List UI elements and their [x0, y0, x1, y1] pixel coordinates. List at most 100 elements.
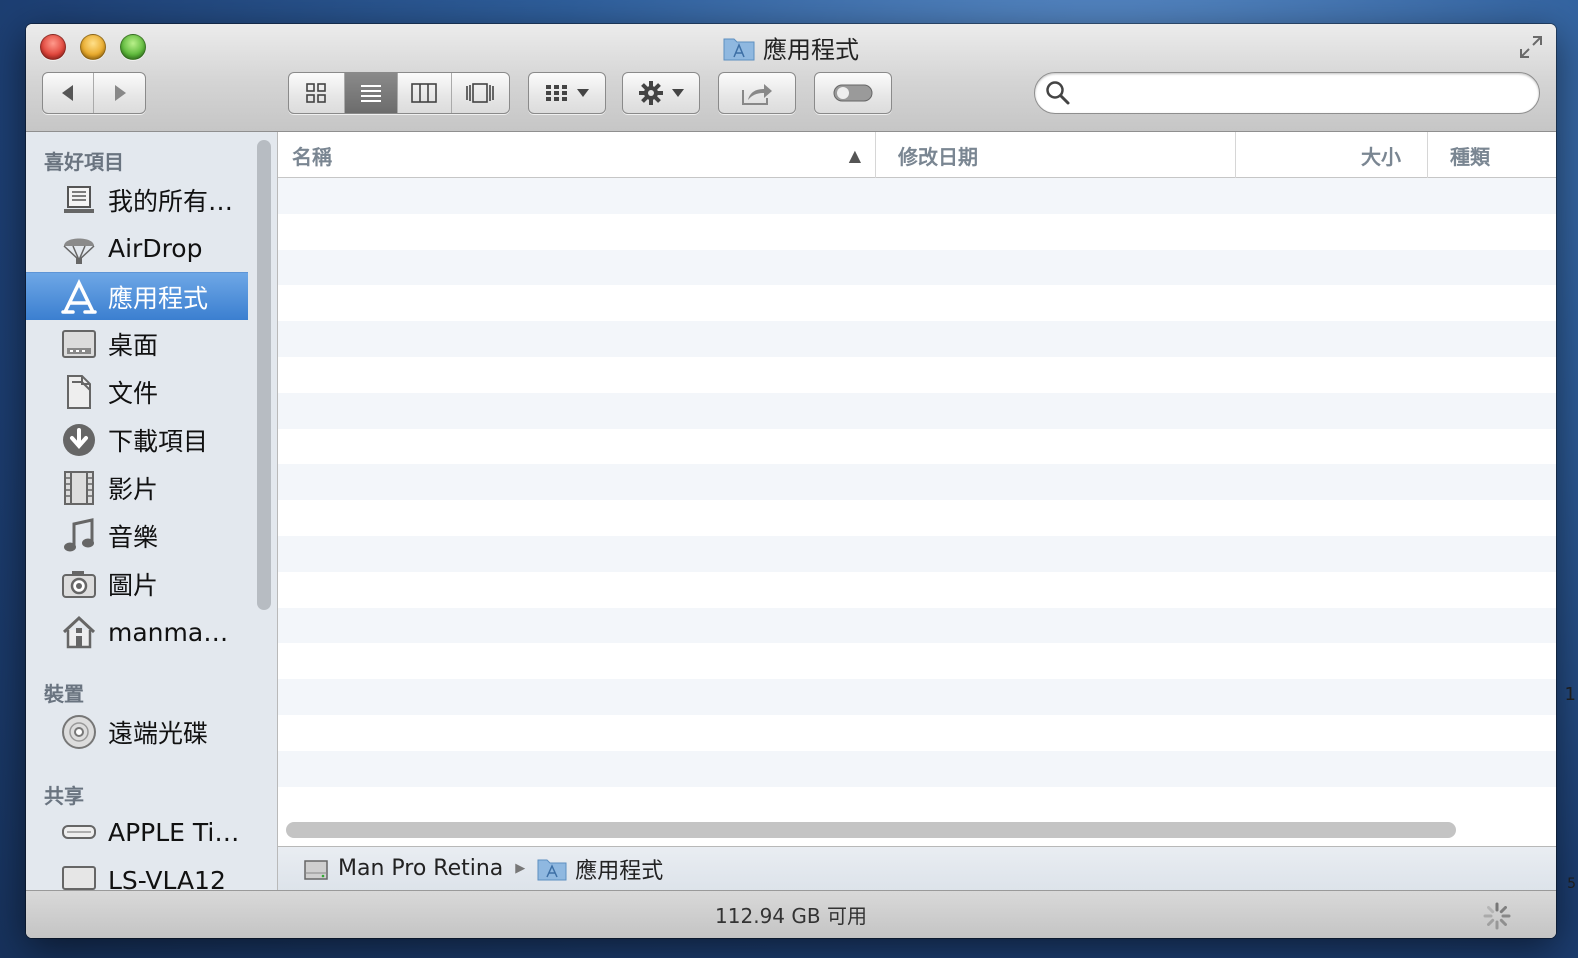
- empty-row: [278, 285, 1556, 321]
- free-space-label: 112.94 GB 可用: [715, 904, 867, 928]
- empty-row: [278, 679, 1556, 715]
- chevron-down-icon: [577, 89, 589, 97]
- column-header-size[interactable]: 大小: [1236, 132, 1428, 178]
- empty-row: [278, 249, 1556, 286]
- back-button[interactable]: [43, 73, 95, 113]
- empty-row: [278, 607, 1556, 644]
- column-header-date-modified[interactable]: 修改日期: [876, 132, 1236, 178]
- network-computer-icon: [62, 866, 96, 890]
- applications-icon: [61, 278, 97, 314]
- downloads-icon: [63, 424, 95, 456]
- arrange-grid-icon: [546, 85, 567, 101]
- loading-spinner-icon: [1483, 902, 1511, 930]
- file-list[interactable]: 名稱 ▲ 修改日期 大小 種類: [278, 132, 1556, 846]
- right-arrow-icon: [114, 85, 126, 101]
- music-icon: [64, 518, 94, 552]
- action-button[interactable]: [622, 72, 700, 114]
- finder-window: 應用程式 喜好項目 我的所有… AirDrop 應用程式 桌面 文件 下載項目 …: [26, 24, 1556, 938]
- gear-icon: [639, 81, 663, 105]
- sidebar-item-documents[interactable]: 文件: [26, 368, 248, 416]
- pictures-icon: [62, 571, 96, 598]
- sidebar-item-pictures[interactable]: 圖片: [26, 560, 248, 608]
- applications-folder-icon: [537, 859, 567, 880]
- sidebar-item-desktop[interactable]: 桌面: [26, 320, 248, 368]
- sidebar-scrollbar[interactable]: [257, 140, 271, 610]
- arrange-button[interactable]: [528, 72, 606, 114]
- remote-disc-icon: [62, 715, 96, 749]
- empty-row: [278, 572, 1556, 608]
- coverflow-view-icon: [466, 83, 495, 103]
- sidebar-item-home[interactable]: manma…: [26, 608, 248, 656]
- icon-view-button[interactable]: [289, 73, 345, 113]
- sidebar-item-all-my-files[interactable]: 我的所有…: [26, 176, 248, 224]
- shared-section-title: 共享: [44, 784, 84, 808]
- sidebar-item-movies[interactable]: 影片: [26, 464, 248, 512]
- view-mode-control: [288, 72, 510, 114]
- desktop-edge-label-2: 5: [1567, 876, 1576, 892]
- titlebar: 應用程式: [26, 24, 1556, 132]
- window-title-text: 應用程式: [763, 36, 859, 64]
- search-input[interactable]: [1077, 82, 1539, 104]
- devices-section-title: 裝置: [44, 682, 84, 706]
- chevron-down-icon: [672, 89, 684, 97]
- empty-row: [278, 214, 1556, 250]
- status-bar: 112.94 GB 可用: [26, 890, 1556, 938]
- sidebar: 喜好項目 我的所有… AirDrop 應用程式 桌面 文件 下載項目 影片 音樂…: [26, 132, 278, 890]
- sidebar-item-remote-disc[interactable]: 遠端光碟: [26, 708, 248, 756]
- applications-folder-icon: [723, 38, 755, 60]
- share-button[interactable]: [718, 72, 796, 114]
- horizontal-scrollbar[interactable]: [286, 822, 1456, 838]
- path-separator-icon: ▶: [515, 861, 526, 876]
- search-icon: [1046, 81, 1070, 105]
- sort-ascending-icon: ▲: [848, 145, 861, 165]
- window-title: 應用程式: [26, 30, 1556, 65]
- all-my-files-icon: [64, 186, 94, 213]
- left-arrow-icon: [62, 85, 73, 101]
- empty-row: [278, 500, 1556, 536]
- desktop-edge-label: 1: [1564, 684, 1576, 705]
- empty-row: [278, 750, 1556, 787]
- column-header-name[interactable]: 名稱 ▲: [278, 132, 876, 178]
- sidebar-item-ls-vla12[interactable]: LS-VLA12: [26, 856, 248, 890]
- home-icon: [62, 615, 96, 649]
- sidebar-item-airdrop[interactable]: AirDrop: [26, 224, 248, 272]
- favorites-section-title: 喜好項目: [44, 150, 124, 174]
- empty-row: [278, 357, 1556, 393]
- empty-row: [278, 429, 1556, 465]
- empty-row: [278, 464, 1556, 501]
- empty-row: [278, 392, 1556, 429]
- column-view-icon: [411, 83, 438, 103]
- sidebar-item-downloads[interactable]: 下載項目: [26, 416, 248, 464]
- empty-row: [278, 643, 1556, 679]
- tag-toggle-button[interactable]: [814, 72, 892, 114]
- search-field[interactable]: [1034, 72, 1540, 114]
- fullscreen-icon[interactable]: [1518, 34, 1544, 60]
- list-view-button[interactable]: [344, 73, 399, 113]
- empty-row: [278, 178, 1556, 214]
- documents-icon: [67, 375, 91, 409]
- path-bar: Man Pro Retina ▶ 應用程式: [278, 846, 1556, 890]
- empty-row: [278, 535, 1556, 572]
- empty-row: [278, 715, 1556, 751]
- column-header-kind[interactable]: 種類: [1428, 132, 1556, 178]
- desktop-icon: [62, 330, 96, 358]
- airdrop-icon: [63, 238, 95, 264]
- share-icon: [742, 84, 772, 105]
- empty-row: [278, 321, 1556, 357]
- list-view-icon: [360, 85, 381, 102]
- forward-button[interactable]: [94, 73, 145, 113]
- file-rows: [278, 178, 1556, 818]
- coverflow-view-button[interactable]: [452, 73, 509, 113]
- sidebar-item-music[interactable]: 音樂: [26, 512, 248, 560]
- back-forward-control: [42, 72, 146, 114]
- movies-icon: [64, 471, 94, 505]
- tag-toggle-icon: [833, 84, 873, 102]
- sidebar-item-apple-time-capsule[interactable]: APPLE Ti…: [26, 808, 248, 856]
- hard-disk-icon: [304, 859, 328, 880]
- path-disk[interactable]: Man Pro Retina: [338, 856, 503, 881]
- sidebar-item-applications[interactable]: 應用程式: [26, 272, 248, 320]
- path-folder[interactable]: 應用程式: [575, 853, 663, 885]
- column-view-button[interactable]: [398, 73, 452, 113]
- empty-row: [278, 787, 1556, 823]
- column-header-row: 名稱 ▲ 修改日期 大小 種類: [278, 132, 1556, 178]
